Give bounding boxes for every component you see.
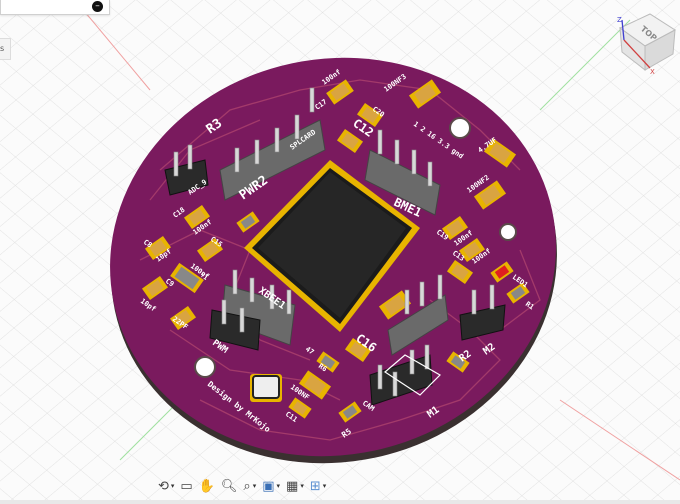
orbit-button[interactable]: ⟲ ▾ [156,475,176,497]
fit-button[interactable]: ⌕ ▾ [241,475,258,497]
mount-hole [499,223,517,241]
navigation-toolbar: ⟲ ▾ ▭ ✋ 🔍︎ ⌕ ▾ ▣ ▾ ▦ ▾ ⊞ ▾ [156,474,378,498]
pan-hand-icon: ✋ [198,478,215,494]
3d-viewport[interactable]: R3 ADC_9 PWR2 SPLCARD 100nf C17 C20 C12 … [0,0,680,504]
look-at-icon: ▭ [180,478,193,494]
chevron-down-icon: ▾ [276,482,281,490]
minus-circle-icon[interactable]: – [92,1,103,12]
zoom-icon: 🔍︎ [220,478,238,494]
axis-z-label: Z [617,16,622,24]
viewports-icon: ⊞ [309,478,321,494]
orbit-icon: ⟲ [158,478,169,494]
chevron-down-icon: ▾ [322,482,327,490]
zoom-button[interactable]: 🔍︎ [219,475,240,497]
browser-panel: – [0,0,110,15]
axis-x-label: X [650,68,655,76]
pan-button[interactable]: ✋ [197,475,217,497]
status-strip [0,500,680,504]
side-tab-label: s [0,44,5,53]
chevron-down-icon: ▾ [170,482,175,490]
look-at-button[interactable]: ▭ [178,475,194,497]
display-settings-icon: ▣ [262,478,275,494]
mount-hole [194,356,216,378]
mount-hole [449,117,471,139]
chevron-down-icon: ▾ [300,482,304,490]
side-tab[interactable]: s [0,38,11,60]
fit-zoom-icon: ⌕ [243,478,251,494]
chevron-down-icon: ▾ [252,482,257,490]
viewports-button[interactable]: ⊞ ▾ [308,475,328,497]
grid-icon: ▦ [286,478,299,494]
display-settings-button[interactable]: ▣ ▾ [260,475,282,497]
grid-button[interactable]: ▦ ▾ [284,475,306,497]
